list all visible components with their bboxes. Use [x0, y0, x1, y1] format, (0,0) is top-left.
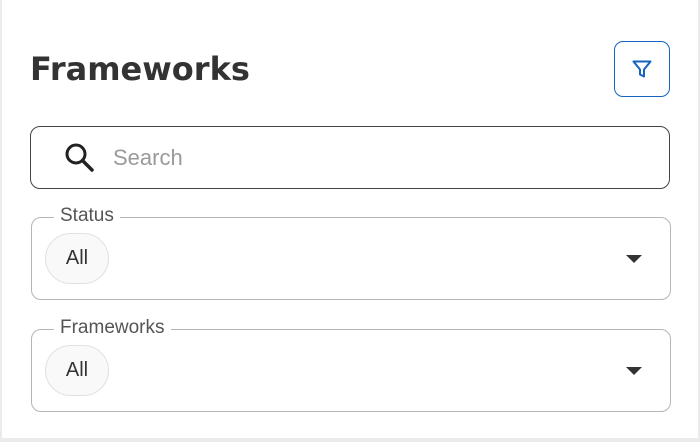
status-select-label: Status: [54, 205, 120, 227]
page-title: Frameworks: [30, 50, 250, 88]
chevron-down-icon[interactable]: [626, 255, 642, 263]
frameworks-selected-chip[interactable]: All: [45, 345, 109, 396]
status-select[interactable]: Status All: [31, 205, 671, 300]
filter-button[interactable]: [614, 41, 670, 97]
frameworks-panel: Frameworks Status All Frameworks All: [2, 0, 698, 438]
status-selected-chip[interactable]: All: [45, 233, 109, 284]
search-box[interactable]: [30, 126, 670, 189]
search-input[interactable]: [113, 144, 633, 171]
filter-funnel-icon: [630, 57, 654, 81]
search-icon: [63, 141, 97, 175]
frameworks-select-label: Frameworks: [54, 317, 171, 339]
frameworks-select[interactable]: Frameworks All: [31, 317, 671, 412]
chevron-down-icon[interactable]: [626, 367, 642, 375]
